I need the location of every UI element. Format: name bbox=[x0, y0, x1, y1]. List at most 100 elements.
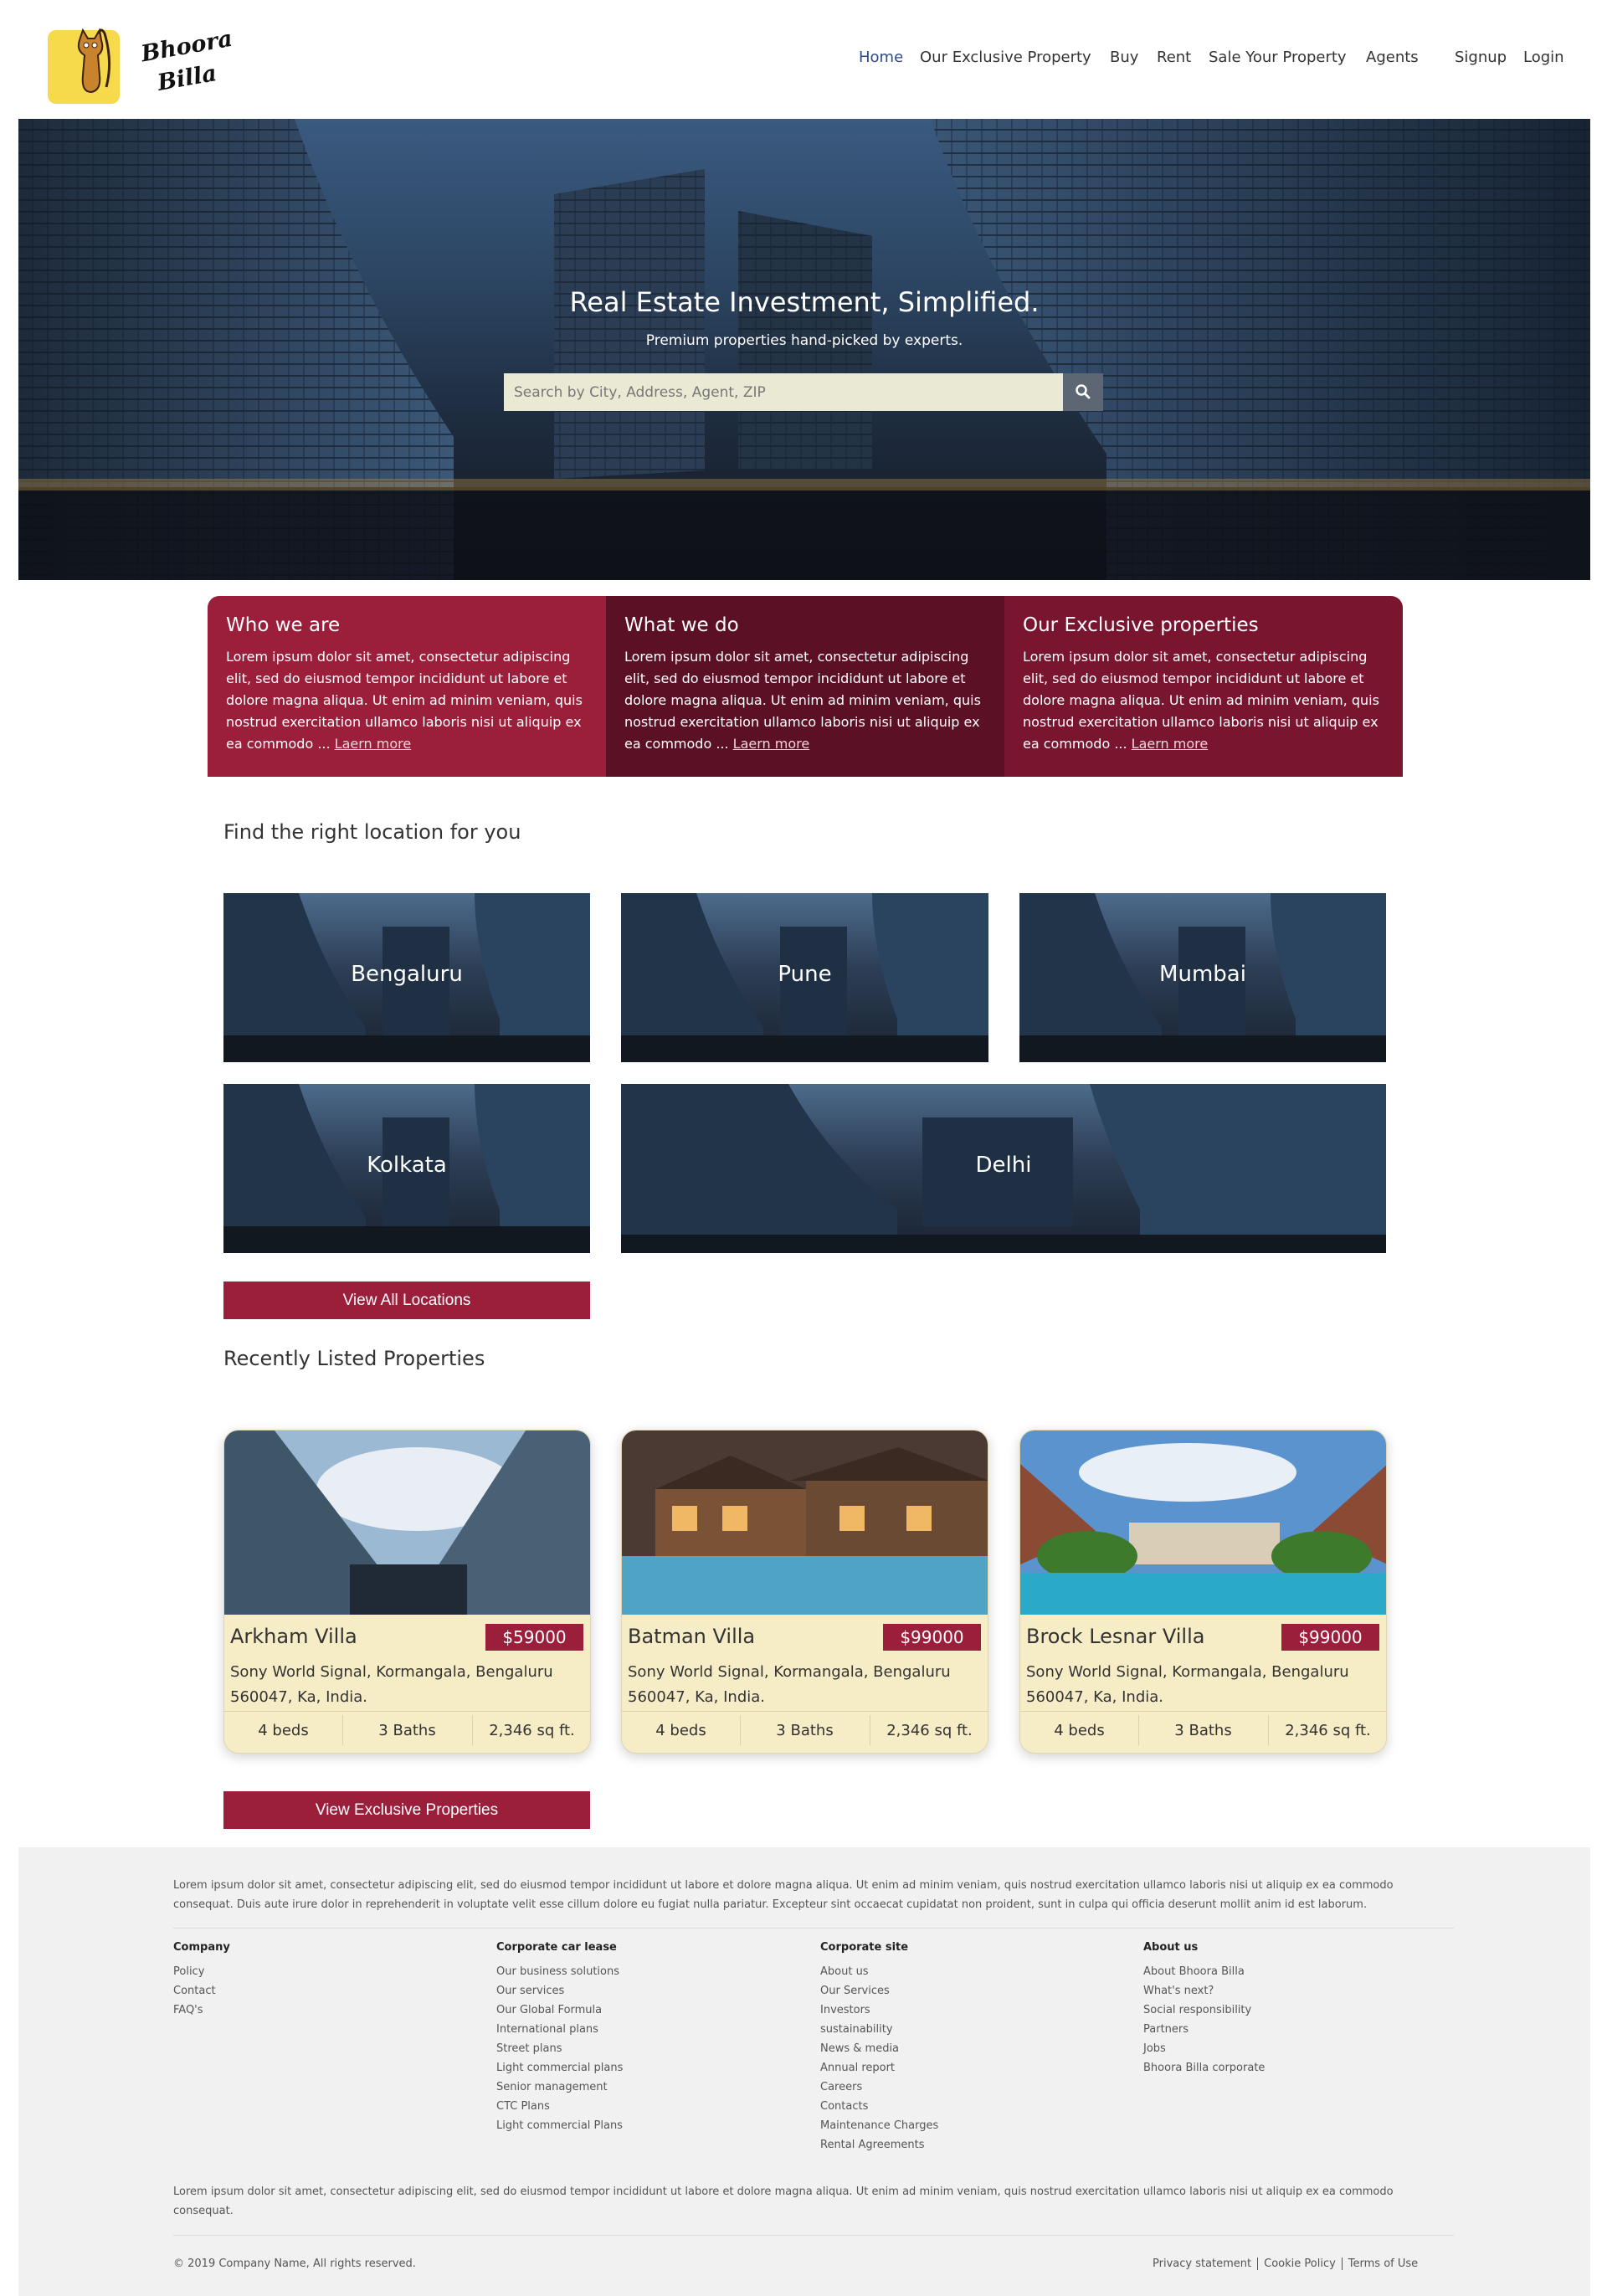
nav-signup[interactable]: Signup bbox=[1455, 49, 1507, 66]
location-card-bengaluru[interactable]: Bengaluru bbox=[223, 893, 590, 1062]
footer-link[interactable]: Light commercial plans bbox=[496, 2058, 623, 2078]
nav-exclusive-property[interactable]: Our Exclusive Property bbox=[920, 49, 1091, 66]
property-area: 2,346 sq ft. bbox=[886, 1722, 973, 1739]
info-what-we-do: What we do Lorem ipsum dolor sit amet, c… bbox=[606, 596, 1004, 777]
footer-link[interactable]: Senior management bbox=[496, 2078, 623, 2097]
info-text: Lorem ipsum dolor sit amet, consectetur … bbox=[226, 646, 588, 755]
view-exclusive-properties-button[interactable]: View Exclusive Properties bbox=[223, 1791, 590, 1829]
cookie-link[interactable]: Cookie Policy bbox=[1264, 2257, 1336, 2270]
footer-link[interactable]: Contact bbox=[173, 1981, 230, 2001]
location-name: Bengaluru bbox=[351, 962, 463, 987]
footer-divider bbox=[173, 2235, 1454, 2236]
learn-more-link[interactable]: Laern more bbox=[733, 736, 810, 752]
property-address: Sony World Signal, Kormangala, Bengaluru… bbox=[628, 1663, 951, 1706]
property-photo bbox=[1020, 1431, 1386, 1615]
footer-link[interactable]: Contacts bbox=[820, 2097, 938, 2116]
footer-link[interactable]: Bhoora Billa corporate bbox=[1143, 2058, 1265, 2078]
hero-subtitle: Premium properties hand-picked by expert… bbox=[645, 332, 963, 349]
nav-rent[interactable]: Rent bbox=[1157, 49, 1191, 66]
property-address: Sony World Signal, Kormangala, Bengaluru… bbox=[1026, 1663, 1349, 1706]
property-card[interactable]: Arkham Villa $59000 Sony World Signal, K… bbox=[223, 1430, 591, 1754]
footer-link[interactable]: About Bhoora Billa bbox=[1143, 1962, 1265, 1981]
nav-login[interactable]: Login bbox=[1523, 49, 1564, 66]
footer-link[interactable]: News & media bbox=[820, 2039, 938, 2058]
property-card[interactable]: Batman Villa $99000 Sony World Signal, K… bbox=[621, 1430, 988, 1754]
info-title: Who we are bbox=[226, 614, 341, 636]
footer-link[interactable]: CTC Plans bbox=[496, 2097, 623, 2116]
property-name: Brock Lesnar Villa bbox=[1026, 1625, 1205, 1648]
footer-link[interactable]: What's next? bbox=[1143, 1981, 1265, 2001]
footer-col-title: Company bbox=[173, 1941, 230, 1954]
footer-link[interactable]: Our Services bbox=[820, 1981, 938, 2001]
footer-link[interactable]: Rental Agreements bbox=[820, 2135, 938, 2155]
property-area: 2,346 sq ft. bbox=[489, 1722, 575, 1739]
footer-link[interactable]: Policy bbox=[173, 1962, 230, 1981]
footer-link[interactable]: Our services bbox=[496, 1981, 623, 2001]
property-card[interactable]: Brock Lesnar Villa $99000 Sony World Sig… bbox=[1019, 1430, 1387, 1754]
footer-link[interactable]: Light commercial Plans bbox=[496, 2116, 623, 2135]
privacy-link[interactable]: Privacy statement bbox=[1153, 2257, 1251, 2270]
footer-col-car-lease: Corporate car lease Our business solutio… bbox=[496, 1941, 623, 2135]
footer-link[interactable]: Maintenance Charges bbox=[820, 2116, 938, 2135]
property-image bbox=[1020, 1431, 1386, 1615]
property-baths: 3 Baths bbox=[776, 1722, 834, 1739]
property-photo bbox=[224, 1431, 590, 1615]
footer-col-title: About us bbox=[1143, 1941, 1199, 1954]
search-button[interactable] bbox=[1063, 373, 1103, 411]
property-beds: 4 beds bbox=[258, 1722, 309, 1739]
location-card-kolkata[interactable]: Kolkata bbox=[223, 1084, 590, 1253]
footer-link[interactable]: FAQ's bbox=[173, 2001, 230, 2020]
property-image bbox=[622, 1431, 988, 1615]
footer-link[interactable]: Investors bbox=[820, 2001, 938, 2020]
main-nav: Home Our Exclusive Property Buy Rent Sal… bbox=[0, 49, 1607, 72]
terms-link[interactable]: Terms of Use bbox=[1348, 2257, 1418, 2270]
footer-link[interactable]: Partners bbox=[1143, 2020, 1265, 2039]
footer-link[interactable]: Street plans bbox=[496, 2039, 623, 2058]
footer-link[interactable]: Our Global Formula bbox=[496, 2001, 623, 2020]
property-beds: 4 beds bbox=[1054, 1722, 1105, 1739]
footer-col-about-us: About us About Bhoora Billa What's next?… bbox=[1143, 1941, 1265, 2078]
hero-skyline-image bbox=[18, 119, 1590, 580]
footer-link[interactable]: About us bbox=[820, 1962, 938, 1981]
info-band: Who we are Lorem ipsum dolor sit amet, c… bbox=[208, 596, 1403, 777]
location-name: Pune bbox=[778, 962, 832, 987]
nav-sale-property[interactable]: Sale Your Property bbox=[1209, 49, 1347, 66]
property-baths: 3 Baths bbox=[1174, 1722, 1232, 1739]
footer-link[interactable]: Annual report bbox=[820, 2058, 938, 2078]
search-icon bbox=[1076, 384, 1091, 399]
location-card-pune[interactable]: Pune bbox=[621, 893, 988, 1062]
footer-link[interactable]: Social responsibility bbox=[1143, 2001, 1265, 2020]
nav-buy[interactable]: Buy bbox=[1110, 49, 1138, 66]
view-all-locations-button[interactable]: View All Locations bbox=[223, 1282, 590, 1319]
property-image bbox=[224, 1431, 590, 1615]
property-price: $99000 bbox=[1281, 1624, 1379, 1651]
footer-link[interactable]: Jobs bbox=[1143, 2039, 1265, 2058]
footer-intro: Lorem ipsum dolor sit amet, consectetur … bbox=[173, 1879, 1394, 1911]
property-price: $59000 bbox=[485, 1624, 583, 1651]
property-price: $99000 bbox=[883, 1624, 981, 1651]
footer-col-title: Corporate car lease bbox=[496, 1941, 617, 1954]
learn-more-link[interactable]: Laern more bbox=[335, 736, 412, 752]
search-input[interactable] bbox=[504, 373, 1081, 411]
location-card-delhi[interactable]: Delhi bbox=[621, 1084, 1386, 1253]
property-name: Arkham Villa bbox=[230, 1625, 357, 1648]
hero-title: Real Estate Investment, Simplified. bbox=[569, 286, 1040, 318]
card-divider bbox=[1020, 1711, 1386, 1712]
footer-link[interactable]: sustainability bbox=[820, 2020, 938, 2039]
footer-link[interactable]: International plans bbox=[496, 2020, 623, 2039]
info-who-we-are: Who we are Lorem ipsum dolor sit amet, c… bbox=[208, 596, 606, 777]
property-area: 2,346 sq ft. bbox=[1285, 1722, 1371, 1739]
location-name: Delhi bbox=[975, 1153, 1032, 1178]
legal-links: Privacy statement Cookie Policy Terms of U… bbox=[1153, 2257, 1418, 2270]
locations-title: Find the right location for you bbox=[223, 820, 521, 844]
card-divider bbox=[622, 1711, 988, 1712]
learn-more-link[interactable]: Laern more bbox=[1132, 736, 1209, 752]
legal-separator bbox=[1257, 2257, 1259, 2270]
location-card-mumbai[interactable]: Mumbai bbox=[1019, 893, 1386, 1062]
footer-link[interactable]: Careers bbox=[820, 2078, 938, 2097]
nav-agents[interactable]: Agents bbox=[1366, 49, 1419, 66]
hero-banner: Real Estate Investment, Simplified. Prem… bbox=[18, 119, 1590, 580]
info-exclusive-properties: Our Exclusive properties Lorem ipsum dol… bbox=[1004, 596, 1403, 777]
footer-link[interactable]: Our business solutions bbox=[496, 1962, 623, 1981]
nav-home[interactable]: Home bbox=[859, 49, 903, 66]
